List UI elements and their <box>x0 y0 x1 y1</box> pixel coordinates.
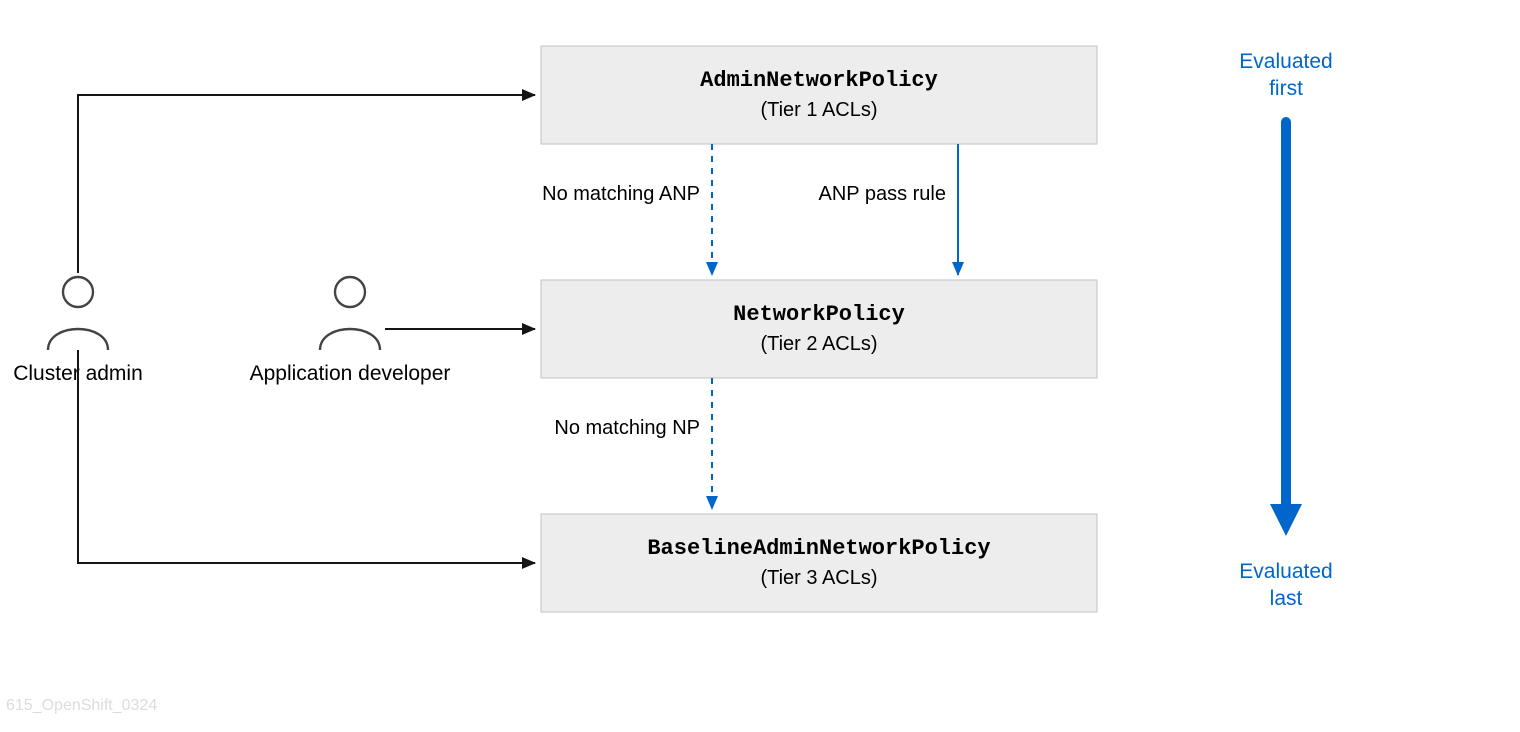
evaluated-last-l1: Evaluated <box>1239 560 1332 583</box>
flow-anp-pass-label: ANP pass rule <box>819 183 946 205</box>
anp-title: AdminNetworkPolicy <box>700 68 938 93</box>
watermark: 615_OpenShift_0324 <box>6 697 157 714</box>
np-title: NetworkPolicy <box>733 302 905 327</box>
user-icon <box>48 277 108 350</box>
diagram-canvas: AdminNetworkPolicy (Tier 1 ACLs) Network… <box>0 0 1520 732</box>
banp-title: BaselineAdminNetworkPolicy <box>647 536 990 561</box>
banp-subtitle: (Tier 3 ACLs) <box>760 567 877 589</box>
anp-subtitle: (Tier 1 ACLs) <box>760 99 877 121</box>
user-icon <box>320 277 380 350</box>
evaluated-last-l2: last <box>1270 587 1303 610</box>
np-subtitle: (Tier 2 ACLs) <box>760 333 877 355</box>
network-policy-box: NetworkPolicy (Tier 2 ACLs) <box>541 280 1097 378</box>
arrow-cluster-admin-to-anp <box>78 95 535 273</box>
flow-no-matching-anp: No matching ANP <box>542 144 712 275</box>
evaluated-first-l1: Evaluated <box>1239 50 1332 73</box>
evaluated-first-l2: first <box>1269 77 1303 100</box>
admin-network-policy-box: AdminNetworkPolicy (Tier 1 ACLs) <box>541 46 1097 144</box>
evaluation-order: Evaluated first Evaluated last <box>1239 50 1332 610</box>
baseline-admin-network-policy-box: BaselineAdminNetworkPolicy (Tier 3 ACLs) <box>541 514 1097 612</box>
flow-no-np-label: No matching NP <box>554 417 700 439</box>
flow-anp-pass-rule: ANP pass rule <box>819 144 958 275</box>
flow-no-matching-np: No matching NP <box>554 378 712 509</box>
application-developer-label: Application developer <box>250 362 451 385</box>
application-developer-person: Application developer <box>250 277 451 385</box>
flow-no-anp-label: No matching ANP <box>542 183 700 205</box>
